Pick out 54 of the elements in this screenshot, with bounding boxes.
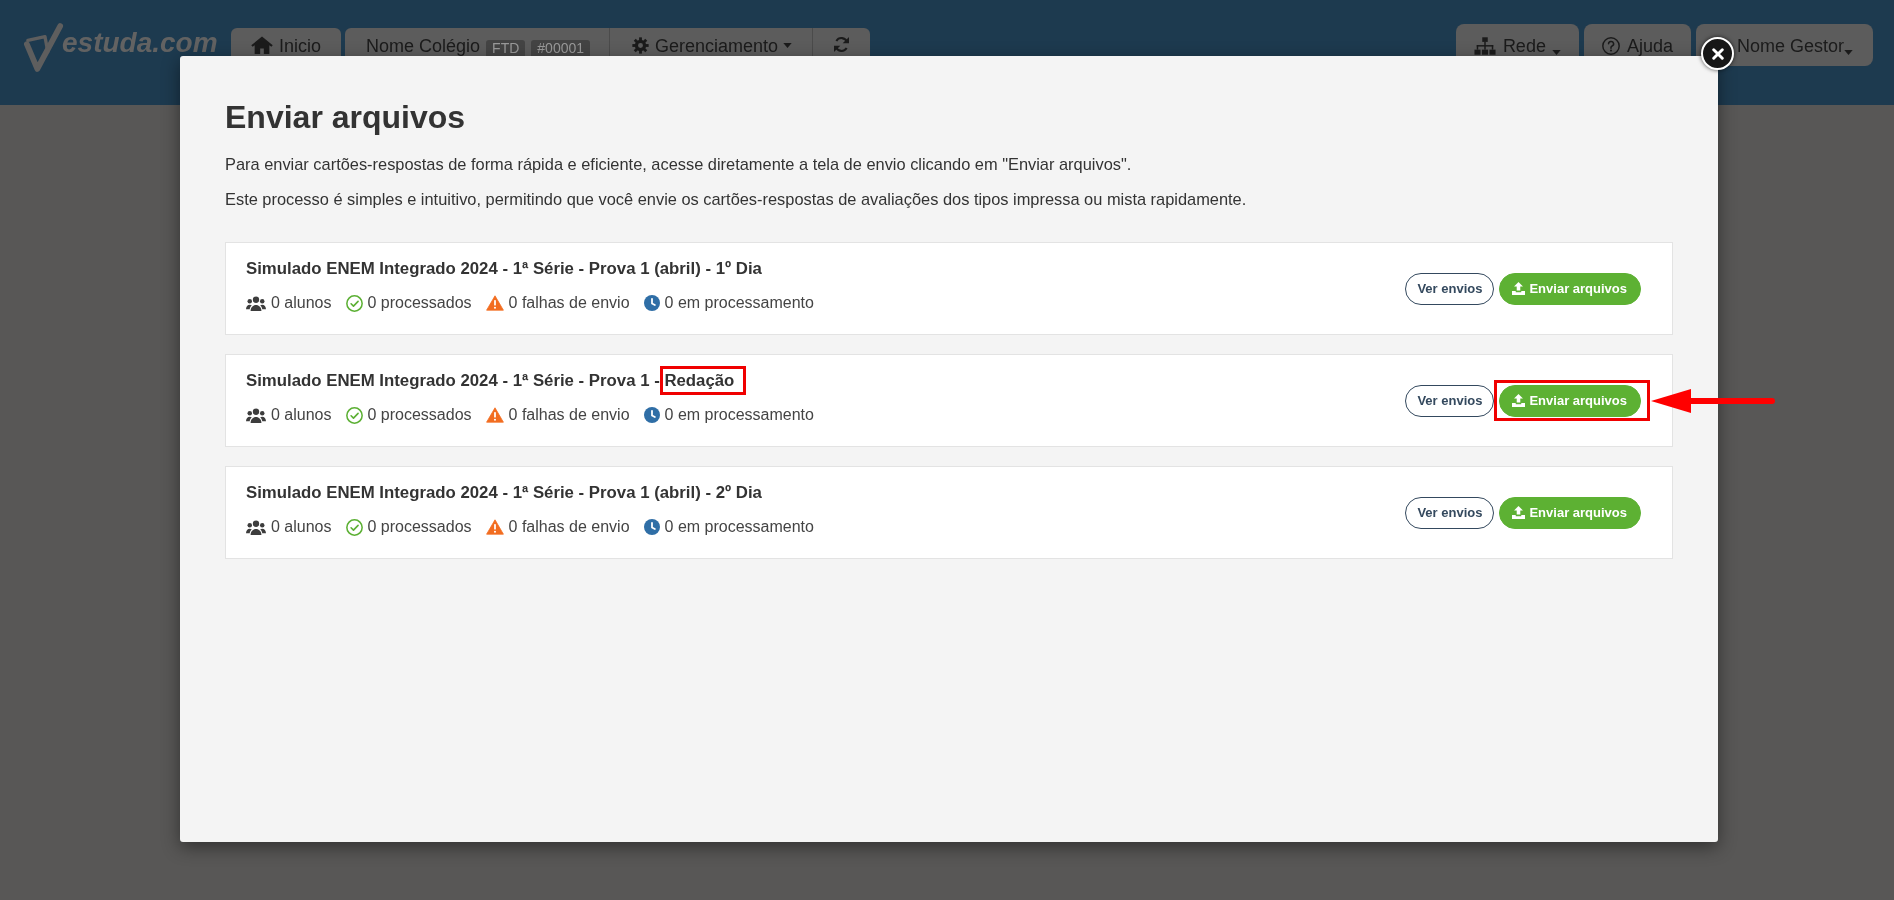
view-submissions-button[interactable]: Ver envios [1405, 384, 1495, 417]
users-icon [246, 519, 266, 535]
check-circle-icon [345, 406, 363, 424]
school-selector[interactable]: Nome Colégio FTD #00001 [345, 28, 610, 56]
failed-count: 0 falhas de envio [508, 293, 630, 313]
home-button[interactable]: Inicio [231, 28, 342, 56]
failed-count: 0 falhas de envio [508, 405, 630, 425]
processing-count: 0 em processamento [664, 293, 814, 313]
user-menu-button[interactable]: Nome Gestor [1695, 24, 1873, 66]
warning-icon [485, 295, 504, 311]
refresh-icon [832, 35, 852, 54]
modal-description: Para enviar cartões-respostas de forma rápida e eficiente, acesse diretamente a tela de envio clicando em "Enviar arquivos". [225, 154, 1133, 175]
view-submissions-button[interactable]: Ver envios [1405, 496, 1495, 529]
clock-icon [643, 295, 660, 311]
upload-icon [1512, 394, 1526, 407]
clock-icon [643, 407, 660, 423]
assessment-title: Simulado ENEM Integrado 2024 - 1ª Série - Prova 1 - Redação [246, 371, 736, 391]
school-label-tag: FTD [486, 40, 526, 56]
view-submissions-button[interactable]: Ver envios [1405, 272, 1495, 305]
upload-icon [1512, 506, 1526, 519]
processing-count: 0 em processamento [664, 517, 814, 537]
modal-title: Enviar arquivos [225, 98, 467, 137]
failed-count: 0 falhas de envio [508, 517, 630, 537]
assessment-title: Simulado ENEM Integrado 2024 - 1ª Série - Prova 1 (abril) - 1º Dia [246, 259, 763, 279]
upload-icon [1512, 282, 1526, 295]
student-count: 0 alunos [271, 405, 332, 425]
modal-description: Este processo é simples e intuitivo, permitindo que você envie os cartões-respostas de avaliações dos tipos impressa ou mista rapidamente. [225, 189, 1248, 210]
check-circle-icon [345, 518, 363, 536]
home-icon [251, 36, 273, 54]
processing-count: 0 em processamento [664, 405, 814, 425]
assessment-title: Simulado ENEM Integrado 2024 - 1ª Série - Prova 1 (abril) - 2º Dia [246, 483, 763, 503]
help-button[interactable]: Ajuda [1583, 24, 1691, 56]
upload-files-button[interactable]: Enviar arquivos [1499, 272, 1641, 305]
student-count: 0 alunos [271, 293, 332, 313]
student-count: 0 alunos [271, 517, 332, 537]
school-label-tag: #00001 [531, 40, 591, 56]
warning-icon [485, 519, 504, 535]
help-icon [1601, 37, 1620, 55]
processed-count: 0 processados [367, 293, 472, 313]
logo-check-icon [24, 23, 64, 73]
processed-count: 0 processados [367, 517, 472, 537]
processed-count: 0 processados [367, 405, 472, 425]
settings-icon [632, 37, 650, 54]
upload-files-button[interactable]: Enviar arquivos [1499, 384, 1641, 417]
check-circle-icon [345, 294, 363, 312]
logo-text: estuda.com [62, 30, 218, 56]
hierarchy-icon [1473, 37, 1496, 55]
clock-icon [643, 519, 660, 535]
warning-icon [485, 407, 504, 423]
upload-files-button[interactable]: Enviar arquivos [1499, 496, 1641, 529]
users-icon [246, 295, 266, 311]
network-menu-button[interactable]: Rede [1455, 24, 1579, 56]
users-icon [246, 407, 266, 423]
close-icon [1711, 47, 1724, 60]
